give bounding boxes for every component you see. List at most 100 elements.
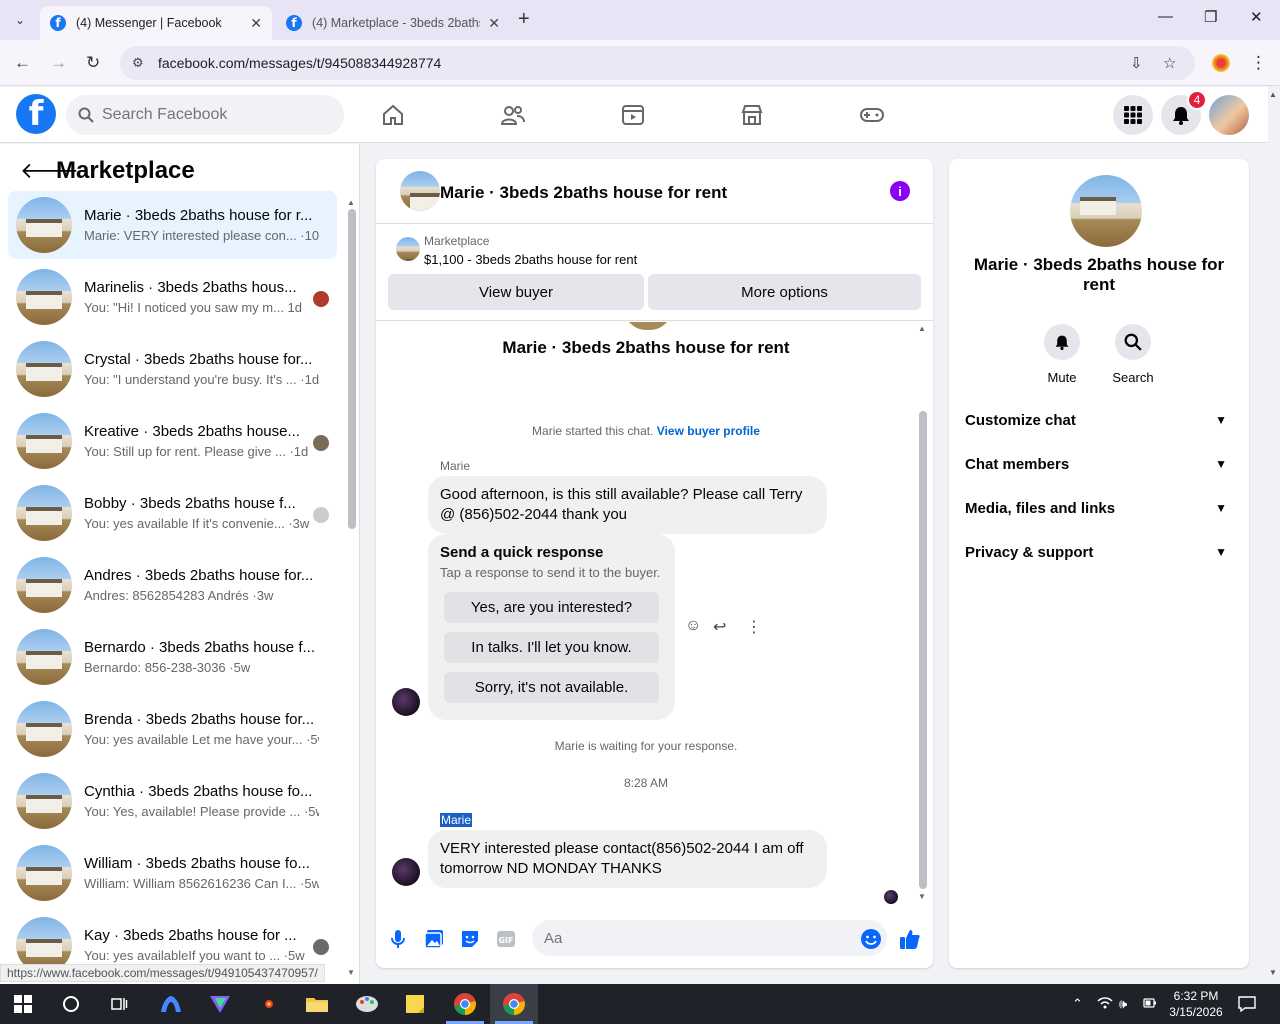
tab-marketplace[interactable]: f (4) Marketplace - 3beds 2baths ✕ — [276, 6, 510, 40]
close-tab-icon[interactable]: ✕ — [250, 15, 262, 32]
scroll-up-icon[interactable]: ▲ — [918, 324, 926, 333]
conversation-item[interactable]: Bernardo · 3beds 2baths house f... Bernar… — [8, 623, 337, 691]
header-avatar-partial — [624, 322, 672, 330]
quick-reply-not-available-button[interactable]: Sorry, it's not available. — [444, 672, 659, 703]
close-window-icon[interactable]: ✕ — [1250, 8, 1263, 26]
extension-icon[interactable] — [1212, 54, 1230, 72]
wifi-icon[interactable] — [1097, 996, 1113, 1013]
message-input[interactable] — [532, 920, 887, 956]
react-emoji-icon[interactable]: ☺ — [685, 617, 701, 635]
file-explorer-icon[interactable] — [304, 992, 330, 1016]
app-icon[interactable] — [256, 992, 282, 1016]
search-icon[interactable] — [58, 992, 84, 1016]
sender-name-selected: Marie — [440, 813, 473, 827]
tab-title: (4) Messenger | Facebook — [76, 16, 222, 30]
buyer-avatar[interactable] — [392, 858, 420, 886]
page-scroll-up-icon[interactable]: ▲ — [1269, 90, 1277, 99]
quick-reply-in-talks-button[interactable]: In talks. I'll let you know. — [444, 632, 659, 663]
bookmark-star-icon[interactable]: ☆ — [1163, 54, 1176, 72]
sticky-notes-icon[interactable] — [402, 992, 428, 1016]
close-tab-icon[interactable]: ✕ — [488, 15, 500, 32]
conversation-item[interactable]: Andres · 3beds 2baths house for... Andres… — [8, 551, 337, 619]
quick-reply-yes-button[interactable]: Yes, are you interested? — [444, 592, 659, 623]
thumbs-up-icon[interactable] — [899, 928, 921, 950]
page-scroll-down-icon[interactable]: ▼ — [1269, 968, 1277, 977]
tab-messenger[interactable]: f (4) Messenger | Facebook ✕ — [40, 6, 272, 40]
scroll-up-icon[interactable]: ▲ — [347, 198, 355, 207]
proton-vpn-icon[interactable] — [207, 992, 233, 1016]
battery-icon[interactable] — [1143, 996, 1157, 1013]
message-bubble[interactable]: Good afternoon, is this still available?… — [428, 476, 827, 534]
conversation-item[interactable]: Marie · 3beds 2baths house for r... Marie… — [8, 191, 337, 259]
emoji-icon[interactable] — [860, 928, 882, 950]
contact-avatar[interactable] — [1070, 175, 1142, 247]
tab-search-button[interactable]: ⌄ — [8, 8, 32, 32]
customize-chat-section[interactable]: Customize chat ▼ — [965, 402, 1233, 438]
facebook-logo[interactable]: f — [16, 94, 56, 134]
chat-members-section[interactable]: Chat members ▼ — [965, 446, 1233, 482]
notifications-center-icon[interactable] — [1238, 996, 1256, 1015]
gaming-icon[interactable] — [858, 101, 886, 129]
reply-icon[interactable]: ↩ — [713, 617, 726, 637]
paint-app-icon[interactable] — [354, 992, 380, 1016]
left-scrollbar[interactable] — [348, 209, 356, 529]
microphone-icon[interactable] — [387, 928, 409, 950]
forward-icon[interactable]: → — [50, 53, 67, 73]
conversation-item[interactable]: Kreative · 3beds 2baths house... You: Sti… — [8, 407, 337, 475]
view-buyer-button[interactable]: View buyer — [388, 274, 644, 310]
info-icon[interactable]: i — [890, 181, 910, 201]
facebook-search-box[interactable] — [66, 95, 344, 135]
conversation-item[interactable]: Crystal · 3beds 2baths house for... You: … — [8, 335, 337, 403]
reload-icon[interactable]: ↻ — [86, 53, 100, 73]
conversation-text: Cynthia · 3beds 2baths house fo... You: Y… — [84, 783, 319, 819]
minimize-icon[interactable]: — — [1158, 8, 1173, 25]
message-bubble[interactable]: VERY interested please contact(856)502-2… — [428, 830, 827, 888]
conversation-item[interactable]: William · 3beds 2baths house fo... Willia… — [8, 839, 337, 907]
chat-avatar[interactable] — [400, 171, 440, 211]
photo-icon[interactable] — [423, 928, 445, 950]
site-settings-icon[interactable]: ⚙ — [132, 55, 152, 71]
scroll-down-icon[interactable]: ▼ — [918, 892, 926, 901]
buyer-avatar[interactable] — [392, 688, 420, 716]
chrome-icon[interactable] — [452, 992, 478, 1016]
view-buyer-profile-link[interactable]: View buyer profile — [657, 424, 760, 438]
task-view-icon[interactable] — [106, 992, 132, 1016]
conversation-item[interactable]: Brenda · 3beds 2baths house for... You: y… — [8, 695, 337, 763]
restore-icon[interactable]: ❐ — [1204, 8, 1217, 26]
privacy-support-section[interactable]: Privacy & support ▼ — [965, 534, 1233, 570]
friends-icon[interactable] — [499, 101, 527, 129]
conversation-item[interactable]: Bobby · 3beds 2baths house f... You: yes … — [8, 479, 337, 547]
browser-menu-icon[interactable]: ⋮ — [1250, 53, 1267, 73]
more-options-button[interactable]: More options — [648, 274, 921, 310]
listing-title[interactable]: $1,100 - 3beds 2baths house for rent — [424, 252, 637, 267]
sticker-icon[interactable] — [459, 928, 481, 950]
gif-icon[interactable]: GIF — [495, 928, 517, 950]
back-icon[interactable]: ← — [14, 53, 31, 73]
home-icon[interactable] — [379, 101, 407, 129]
listing-thumbnail[interactable] — [396, 237, 420, 261]
url-text[interactable]: facebook.com/messages/t/945088344928774 — [158, 55, 441, 71]
chrome-profile-icon[interactable] — [501, 992, 527, 1016]
new-tab-icon[interactable]: + — [518, 8, 530, 31]
system-clock[interactable]: 6:32 PM 3/15/2026 — [1164, 988, 1228, 1020]
conversation-item[interactable]: Cynthia · 3beds 2baths house fo... You: Y… — [8, 767, 337, 835]
search-conversation-button[interactable]: Search — [1103, 324, 1163, 385]
profile-avatar[interactable] — [1209, 95, 1249, 135]
chat-title[interactable]: Marie · 3beds 2baths house for rent — [440, 183, 727, 203]
omnibox[interactable]: ⚙ facebook.com/messages/t/94508834492877… — [120, 46, 1195, 80]
media-files-links-section[interactable]: Media, files and links ▼ — [965, 490, 1233, 526]
conversation-item[interactable]: Marinelis · 3beds 2baths hous... You: "Hi… — [8, 263, 337, 331]
search-input[interactable] — [102, 106, 322, 124]
marketplace-icon[interactable] — [738, 101, 766, 129]
more-actions-icon[interactable]: ⋮ — [746, 617, 762, 637]
scroll-down-icon[interactable]: ▼ — [347, 968, 355, 977]
menu-grid-icon[interactable] — [1113, 95, 1153, 135]
windows-start-icon[interactable] — [10, 992, 36, 1016]
vpn-app-icon[interactable] — [158, 992, 184, 1016]
mute-button[interactable]: Mute — [1032, 324, 1092, 385]
volume-icon[interactable]: 🕪 — [1119, 996, 1127, 1012]
video-icon[interactable] — [619, 101, 647, 129]
chat-scrollbar[interactable] — [919, 411, 927, 889]
tray-chevron-icon[interactable]: ⌃ — [1072, 996, 1083, 1012]
install-app-icon[interactable]: ⇩ — [1130, 54, 1143, 72]
